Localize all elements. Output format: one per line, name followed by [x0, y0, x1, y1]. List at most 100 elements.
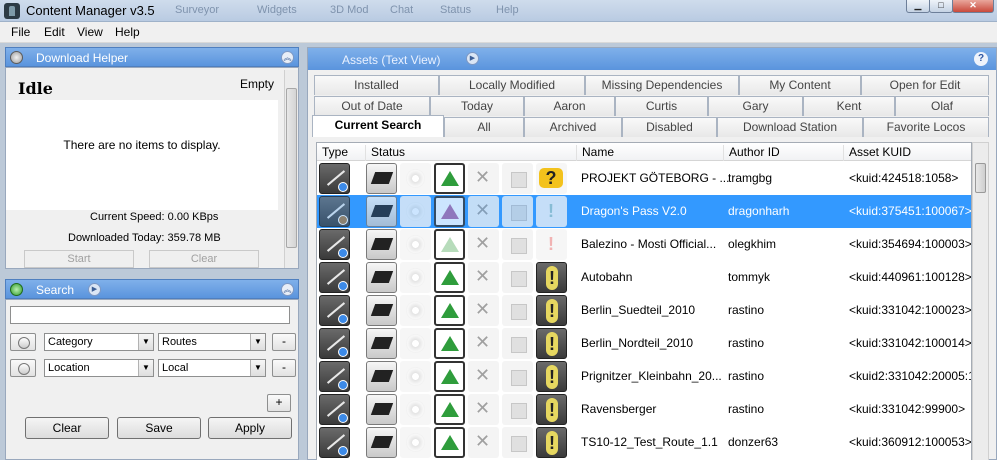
route-type-icon [319, 163, 350, 194]
package-icon [502, 163, 533, 194]
chevron-down-icon[interactable]: ▼ [138, 334, 153, 350]
apply-search-button[interactable]: Apply [208, 417, 292, 439]
criteria-toggle[interactable] [10, 359, 36, 377]
download-helper-icon [10, 51, 23, 64]
search-panel: Category ▼ Routes ▼ - Location ▼ Local ▼… [5, 299, 299, 460]
tab-out-of-date[interactable]: Out of Date [314, 96, 430, 116]
built-in-icon [434, 427, 465, 458]
asset-kuid: <kuid:375451:100067> [849, 204, 972, 218]
route-type-icon [319, 262, 350, 293]
menu-edit[interactable]: Edit [44, 25, 65, 39]
download-helper-panel: Idle Empty There are no items to display… [5, 67, 299, 269]
tools-icon [468, 361, 499, 392]
package-icon [502, 361, 533, 392]
table-row[interactable]: Autobahn tommyk <kuid:440961:100128> [317, 261, 971, 294]
tab-open-for-edit[interactable]: Open for Edit [861, 75, 989, 95]
table-row[interactable]: PROJEKT GÖTEBORG - ...tramgbg <kuid:42451… [317, 162, 971, 195]
tab-my-content[interactable]: My Content [739, 75, 861, 95]
menu-help[interactable]: Help [115, 25, 140, 39]
table-scrollbar[interactable] [972, 142, 989, 460]
download-list[interactable]: There are no items to display. [6, 100, 278, 210]
remove-criteria-button[interactable]: - [272, 333, 296, 351]
save-search-button[interactable]: Save [117, 417, 201, 439]
tab-gary[interactable]: Gary [708, 96, 803, 116]
route-type-icon [319, 394, 350, 425]
asset-kuid: <kuid2:331042:20005:1 [849, 369, 972, 383]
menu-file[interactable]: File [11, 25, 30, 39]
help-icon[interactable]: ? [974, 52, 988, 66]
criteria-field-select[interactable]: Category ▼ [44, 333, 154, 351]
tab-favorite-locos[interactable]: Favorite Locos [863, 117, 989, 137]
maximize-button[interactable]: □ [929, 0, 953, 13]
tab-missing-dependencies[interactable]: Missing Dependencies [585, 75, 739, 95]
route-type-icon [319, 295, 350, 326]
asset-name: Ravensberger [581, 402, 657, 416]
disc-icon [400, 427, 431, 458]
play-icon[interactable]: ▶ [466, 52, 479, 65]
table-row[interactable]: Dragon's Pass V2.0 dragonharh <kuid:375451… [317, 195, 972, 228]
close-button[interactable]: ✕ [952, 0, 994, 13]
tab-download-station[interactable]: Download Station [717, 117, 863, 137]
route-type-icon [319, 427, 350, 458]
clear-search-button[interactable]: Clear [25, 417, 109, 439]
table-row[interactable]: Balezino - Mosti Official... olegkhim <kui… [317, 228, 971, 261]
installed-icon [366, 295, 397, 326]
criteria-field-select[interactable]: Location ▼ [44, 359, 154, 377]
table-row[interactable]: Berlin_Suedteil_2010 rastino <kuid:331042:… [317, 294, 971, 327]
warning-icon [536, 328, 567, 359]
asset-table[interactable]: Type Status Name Author ID Asset KUID PR… [316, 142, 972, 460]
table-row[interactable]: Berlin_Nordteil_2010 rastino <kuid:331042:… [317, 327, 971, 360]
tab-aaron[interactable]: Aaron [524, 96, 615, 116]
column-type[interactable]: Type [317, 145, 348, 161]
built-in-icon [434, 196, 465, 227]
tab-curtis[interactable]: Curtis [615, 96, 708, 116]
column-status[interactable]: Status [365, 145, 405, 161]
menu-view[interactable]: View [77, 25, 103, 39]
criteria-value-select[interactable]: Local ▼ [158, 359, 266, 377]
start-button[interactable]: Start [24, 250, 134, 268]
download-scrollbar[interactable] [284, 70, 298, 268]
search-header: Search ▶ ︽ [5, 279, 299, 299]
collapse-icon[interactable]: ︽ [281, 51, 294, 64]
criteria-row: Category ▼ Routes ▼ - [10, 332, 296, 352]
column-asset-kuid[interactable]: Asset KUID [843, 145, 911, 161]
table-row[interactable]: Ravensberger rastino <kuid:331042:99900> [317, 393, 971, 426]
package-icon [502, 196, 533, 227]
play-icon[interactable]: ▶ [88, 283, 101, 296]
clear-downloads-button[interactable]: Clear [149, 250, 259, 268]
remove-criteria-button[interactable]: - [272, 359, 296, 377]
collapse-icon[interactable]: ︽ [281, 283, 294, 296]
search-input[interactable] [10, 306, 290, 324]
tab-olaf[interactable]: Olaf [895, 96, 989, 116]
column-author-id[interactable]: Author ID [723, 145, 780, 161]
column-name[interactable]: Name [576, 145, 614, 161]
tab-current-search[interactable]: Current Search [312, 115, 444, 137]
tab-locally-modified[interactable]: Locally Modified [439, 75, 585, 95]
tab-disabled[interactable]: Disabled [622, 117, 717, 137]
tab-installed[interactable]: Installed [314, 75, 439, 95]
disc-icon [400, 229, 431, 260]
tab-today[interactable]: Today [430, 96, 524, 116]
tab-all[interactable]: All [444, 117, 524, 137]
downloaded-today: Downloaded Today: 359.78 MB [68, 232, 221, 244]
menu-bar: File Edit View Help [0, 22, 997, 43]
criteria-value-select[interactable]: Routes ▼ [158, 333, 266, 351]
minimize-button[interactable]: ▁ [906, 0, 930, 13]
add-criteria-button[interactable]: + [267, 394, 291, 412]
chevron-down-icon[interactable]: ▼ [250, 334, 265, 350]
chevron-down-icon[interactable]: ▼ [138, 360, 153, 376]
background-text: 3D Mod [330, 4, 369, 16]
tab-archived[interactable]: Archived [524, 117, 622, 137]
scroll-thumb[interactable] [975, 163, 986, 193]
tab-kent[interactable]: Kent [803, 96, 895, 116]
table-row[interactable]: TS10-12_Test_Route_1.1 donzer63 <kuid:3609… [317, 426, 971, 459]
package-icon [502, 229, 533, 260]
chevron-down-icon[interactable]: ▼ [250, 360, 265, 376]
installed-icon [366, 163, 397, 194]
scroll-thumb[interactable] [286, 88, 297, 248]
asset-name: Berlin_Nordteil_2010 [581, 336, 694, 350]
built-in-icon [434, 361, 465, 392]
criteria-value: Routes [162, 336, 197, 348]
criteria-toggle[interactable] [10, 333, 36, 351]
table-row[interactable]: Prignitzer_Kleinbahn_20... rastino <kuid2:… [317, 360, 972, 393]
